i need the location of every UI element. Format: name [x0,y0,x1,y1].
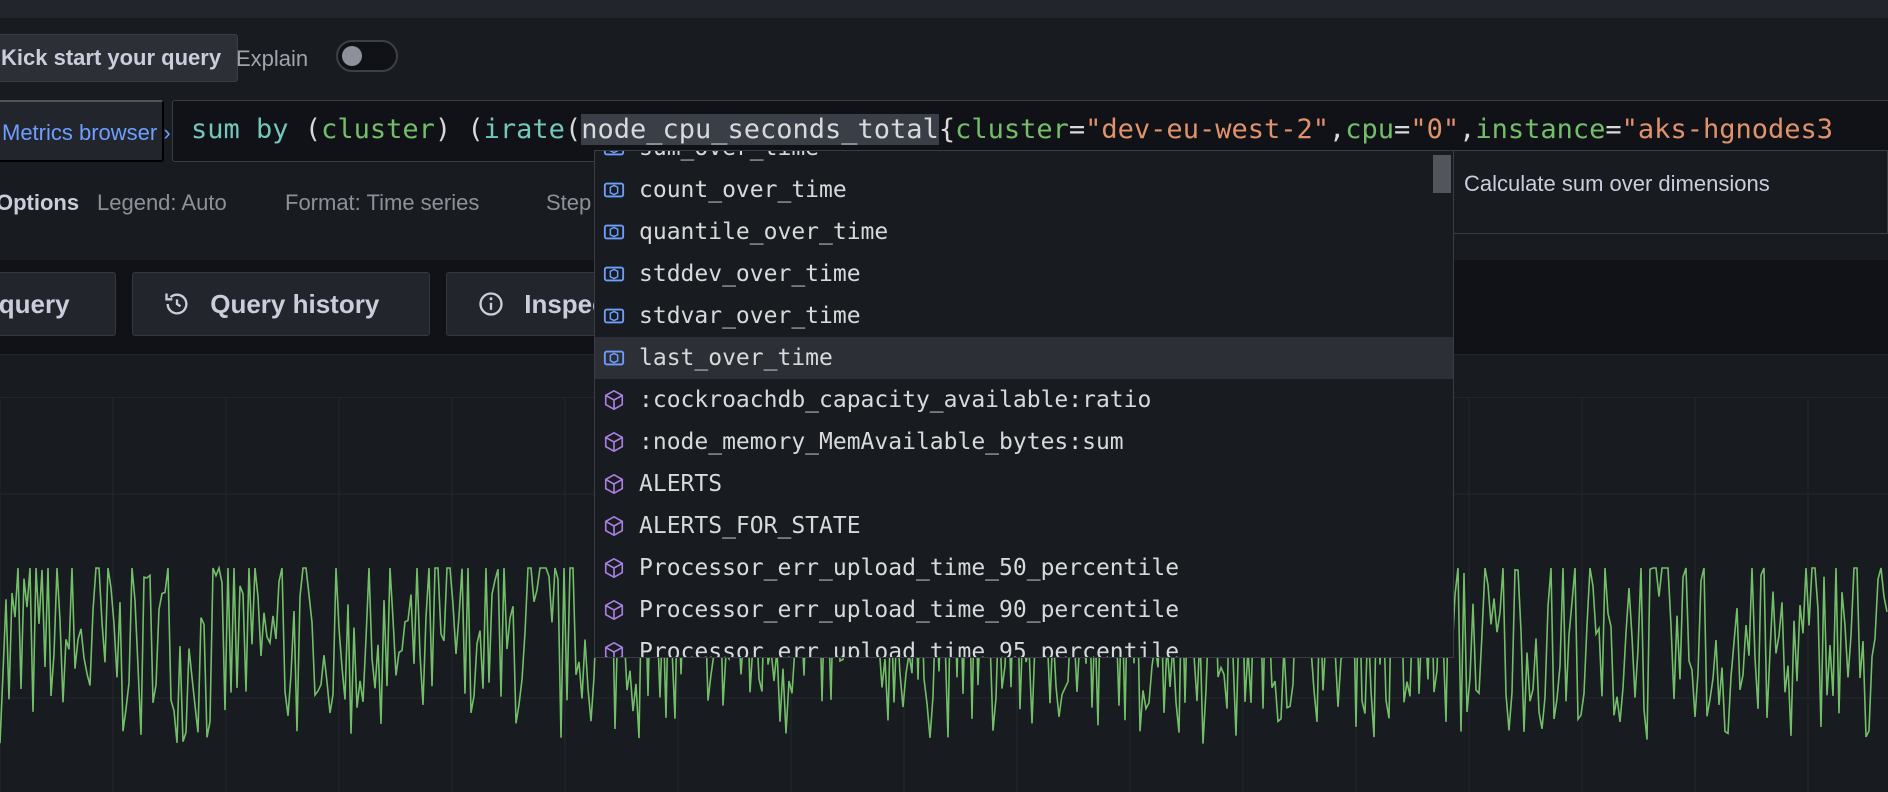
suggestion-item[interactable]: :node_memory_MemAvailable_bytes:sum [595,421,1453,463]
explain-toggle[interactable] [336,40,398,72]
step-option[interactable]: Step [546,190,591,216]
query-token: cluster [955,114,1069,145]
function-icon [603,224,625,240]
query-token: irate [483,114,565,145]
query-token: sum [191,114,240,145]
suggestion-item[interactable]: Processor_err_upload_time_50_percentile [595,547,1453,589]
query-code: sum by (cluster) (irate(node_cpu_seconds… [191,113,1833,147]
query-token: node_cpu_seconds_total [581,114,939,145]
suggestion-doc-text: Calculate sum over dimensions [1464,171,1770,196]
suggestion-list: sum_over_time count_over_time quantile_ove… [595,151,1453,658]
suggestion-label: quantile_over_time [639,219,889,245]
explain-toggle-knob [342,46,362,66]
function-icon [603,151,625,156]
suggestion-item[interactable]: Processor_err_upload_time_90_percentile [595,589,1453,631]
query-token: instance [1475,114,1606,145]
suggestion-item[interactable]: ALERTS [595,463,1453,505]
query-token: , [1459,114,1476,145]
query-token: ( [288,114,322,145]
metric-cube-icon [604,473,624,495]
suggestion-item[interactable]: :cockroachdb_capacity_available:ratio [595,379,1453,421]
suggestion-item[interactable]: ALERTS_FOR_STATE [595,505,1453,547]
suggestion-label: stdvar_over_time [639,303,861,329]
suggestion-label: ALERTS_FOR_STATE [639,513,861,539]
query-token: = [1394,114,1411,145]
suggestion-label: sum_over_time [639,151,819,161]
add-query-label: Add query [0,289,70,319]
suggestion-item[interactable]: quantile_over_time [595,211,1453,253]
format-option[interactable]: Format: Time series [285,190,479,216]
function-icon [603,266,625,282]
suggestion-item[interactable]: Processor_err_upload_time_95_percentile [595,631,1453,658]
metric-cube-icon [604,557,624,579]
query-token: "dev-eu-west-2" [1085,114,1329,145]
metric-cube-icon [604,389,624,411]
autocomplete-suggestions[interactable]: sum_over_time count_over_time quantile_ove… [594,150,1454,658]
suggestion-docs: Calculate sum over dimensions [1454,150,1888,234]
suggestion-label: Processor_err_upload_time_90_percentile [639,597,1180,623]
query-token: "0" [1410,114,1460,145]
function-icon [603,350,625,366]
metric-cube-icon [604,599,624,621]
function-icon [603,308,625,324]
suggestion-label: ALERTS [639,471,723,497]
explore-query-editor: Kick start your query Explain Metrics br… [0,0,1888,792]
suggestion-label: last_over_time [639,345,833,371]
options-title[interactable]: Options [0,190,79,216]
query-token: ( [564,114,582,145]
legend-option[interactable]: Legend: Auto [97,190,227,216]
info-circle-icon [479,292,503,316]
query-token: = [1068,114,1086,145]
suggestion-label: Processor_err_upload_time_95_percentile [639,639,1180,658]
query-token: cluster [321,114,435,145]
suggestion-item[interactable]: count_over_time [595,169,1453,211]
add-query-button[interactable]: Add query [0,272,116,336]
query-token: { [938,114,956,145]
top-strip [0,0,1888,18]
query-token [240,114,256,145]
history-icon [165,293,188,315]
suggestion-label: count_over_time [639,177,847,203]
suggestion-label: Processor_err_upload_time_50_percentile [639,555,1180,581]
metric-cube-icon [604,515,624,537]
suggestion-item[interactable]: last_over_time [595,337,1453,379]
suggestion-label: stddev_over_time [639,261,861,287]
query-token: , [1329,114,1346,145]
suggestion-item[interactable]: stdvar_over_time [595,295,1453,337]
query-history-label: Query history [210,289,380,319]
metrics-browser-button[interactable]: Metrics browser › [0,100,171,162]
query-token: = [1605,114,1622,145]
query-token: ) ( [434,114,484,145]
query-history-button[interactable]: Query history [132,272,430,336]
kick-start-query-button[interactable]: Kick start your query [0,34,239,82]
metric-cube-icon [604,641,624,657]
suggestion-label: :cockroachdb_capacity_available:ratio [639,387,1152,413]
suggestion-label: :node_memory_MemAvailable_bytes:sum [639,429,1124,455]
suggestion-scrollbar[interactable] [1433,155,1451,193]
query-token: by [256,114,289,145]
suggestion-item[interactable]: stddev_over_time [595,253,1453,295]
suggestion-item[interactable]: sum_over_time [595,151,1453,169]
metric-cube-icon [604,431,624,453]
query-token: cpu [1345,114,1395,145]
query-token: "aks-hgnodes3 [1621,114,1833,145]
function-icon [603,182,625,198]
explain-label: Explain [236,46,309,71]
